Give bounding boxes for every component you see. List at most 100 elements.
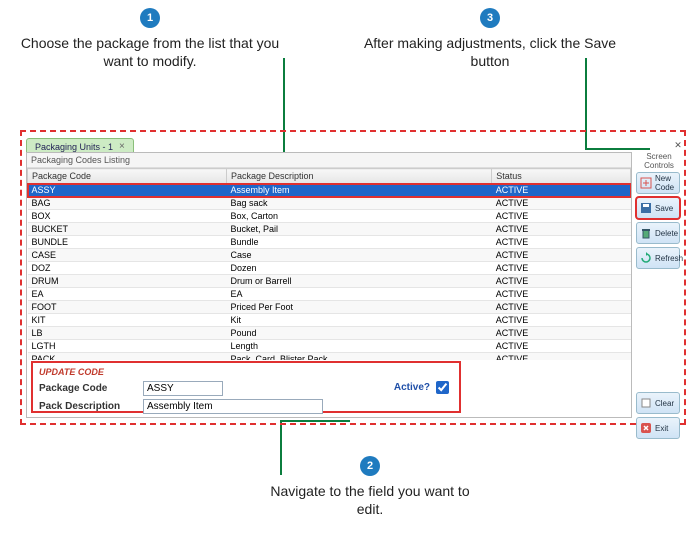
table-row[interactable]: LBPoundACTIVE bbox=[28, 327, 631, 340]
callout-2: 2 Navigate to the field you want to edit… bbox=[260, 456, 480, 518]
exit-button[interactable]: Exit bbox=[636, 417, 680, 439]
callout-1: 1 Choose the package from the list that … bbox=[20, 8, 280, 70]
screen-controls-title: Screen Controls bbox=[636, 152, 682, 170]
active-label: Active? bbox=[394, 382, 430, 393]
table-cell: DOZ bbox=[28, 262, 227, 275]
table-cell: ACTIVE bbox=[492, 340, 631, 353]
table-row[interactable]: DOZDozenACTIVE bbox=[28, 262, 631, 275]
pack-desc-input[interactable] bbox=[143, 399, 323, 414]
new-code-icon bbox=[640, 177, 652, 189]
table-row[interactable]: BOXBox, CartonACTIVE bbox=[28, 210, 631, 223]
delete-button[interactable]: Delete bbox=[636, 222, 680, 244]
table-cell: ACTIVE bbox=[492, 314, 631, 327]
table-cell: BUNDLE bbox=[28, 236, 227, 249]
col-header-status[interactable]: Status bbox=[492, 169, 631, 184]
table-cell: ACTIVE bbox=[492, 197, 631, 210]
table-cell: PACK bbox=[28, 353, 227, 361]
tab-label: Packaging Units - 1 bbox=[35, 142, 113, 152]
connector-line bbox=[585, 58, 587, 150]
package-code-label: Package Code bbox=[39, 383, 135, 394]
delete-label: Delete bbox=[655, 229, 678, 238]
table-cell: ACTIVE bbox=[492, 327, 631, 340]
screen-controls-panel: Screen Controls New Code Save Delete Ref… bbox=[636, 152, 682, 442]
pack-desc-label: Pack Description bbox=[39, 401, 135, 412]
callout-text-1: Choose the package from the list that yo… bbox=[20, 34, 280, 70]
table-cell: Drum or Barrell bbox=[226, 275, 491, 288]
table-row[interactable]: BAGBag sackACTIVE bbox=[28, 197, 631, 210]
table-cell: Assembly Item bbox=[226, 184, 491, 197]
table-cell: Pound bbox=[226, 327, 491, 340]
table-cell: ACTIVE bbox=[492, 301, 631, 314]
table-cell: Length bbox=[226, 340, 491, 353]
table-row[interactable]: FOOTPriced Per FootACTIVE bbox=[28, 301, 631, 314]
table-cell: CASE bbox=[28, 249, 227, 262]
table-cell: BUCKET bbox=[28, 223, 227, 236]
connector-line bbox=[280, 420, 282, 475]
update-form: UPDATE CODE Package Code Pack Descriptio… bbox=[31, 361, 461, 413]
table-row[interactable]: ASSYAssembly ItemACTIVE bbox=[28, 184, 631, 197]
table-cell: ACTIVE bbox=[492, 353, 631, 361]
panel-close-icon[interactable]: ✕ bbox=[672, 140, 684, 152]
main-panel: Packaging Codes Listing Package Code Pac… bbox=[26, 152, 632, 418]
table-cell: ACTIVE bbox=[492, 275, 631, 288]
packaging-grid: Package Code Package Description Status … bbox=[27, 168, 631, 360]
callout-badge-1: 1 bbox=[140, 8, 160, 28]
refresh-icon bbox=[640, 252, 652, 264]
table-cell: EA bbox=[226, 288, 491, 301]
table-row[interactable]: BUCKETBucket, PailACTIVE bbox=[28, 223, 631, 236]
table-cell: Pack, Card, Blister Pack bbox=[226, 353, 491, 361]
table-cell: ACTIVE bbox=[492, 249, 631, 262]
table-cell: EA bbox=[28, 288, 227, 301]
clear-icon bbox=[640, 397, 652, 409]
clear-label: Clear bbox=[655, 399, 674, 408]
col-header-code[interactable]: Package Code bbox=[28, 169, 227, 184]
clear-button[interactable]: Clear bbox=[636, 392, 680, 414]
table-cell: Bundle bbox=[226, 236, 491, 249]
update-title: UPDATE CODE bbox=[39, 367, 453, 377]
callout-text-2: Navigate to the field you want to edit. bbox=[260, 482, 480, 518]
table-row[interactable]: BUNDLEBundleACTIVE bbox=[28, 236, 631, 249]
table-row[interactable]: PACKPack, Card, Blister PackACTIVE bbox=[28, 353, 631, 361]
panel-title: Packaging Codes Listing bbox=[27, 153, 631, 168]
table-cell: Case bbox=[226, 249, 491, 262]
table-cell: ACTIVE bbox=[492, 262, 631, 275]
table-cell: ACTIVE bbox=[492, 210, 631, 223]
save-button[interactable]: Save bbox=[636, 197, 680, 219]
callout-badge-2: 2 bbox=[360, 456, 380, 476]
table-cell: Box, Carton bbox=[226, 210, 491, 223]
table-cell: ASSY bbox=[28, 184, 227, 197]
table-row[interactable]: EAEAACTIVE bbox=[28, 288, 631, 301]
table-row[interactable]: CASECaseACTIVE bbox=[28, 249, 631, 262]
table-cell: Bucket, Pail bbox=[226, 223, 491, 236]
table-cell: DRUM bbox=[28, 275, 227, 288]
table-cell: Bag sack bbox=[226, 197, 491, 210]
delete-icon bbox=[640, 227, 652, 239]
table-cell: FOOT bbox=[28, 301, 227, 314]
connector-line bbox=[280, 420, 350, 422]
package-code-input[interactable] bbox=[143, 381, 223, 396]
table-cell: BOX bbox=[28, 210, 227, 223]
table-cell: BAG bbox=[28, 197, 227, 210]
col-header-desc[interactable]: Package Description bbox=[226, 169, 491, 184]
connector-line bbox=[585, 148, 650, 150]
new-code-label: New Code bbox=[655, 174, 676, 192]
exit-icon bbox=[640, 422, 652, 434]
new-code-button[interactable]: New Code bbox=[636, 172, 680, 194]
table-cell: ACTIVE bbox=[492, 223, 631, 236]
table-cell: KIT bbox=[28, 314, 227, 327]
table-row[interactable]: DRUMDrum or BarrellACTIVE bbox=[28, 275, 631, 288]
callout-badge-3: 3 bbox=[480, 8, 500, 28]
table-cell: Dozen bbox=[226, 262, 491, 275]
save-icon bbox=[640, 202, 652, 214]
table-row[interactable]: LGTHLengthACTIVE bbox=[28, 340, 631, 353]
table-row[interactable]: KITKitACTIVE bbox=[28, 314, 631, 327]
callout-text-3: After making adjustments, click the Save… bbox=[360, 34, 620, 70]
table-cell: Kit bbox=[226, 314, 491, 327]
refresh-button[interactable]: Refresh bbox=[636, 247, 680, 269]
table-cell: Priced Per Foot bbox=[226, 301, 491, 314]
table-cell: LGTH bbox=[28, 340, 227, 353]
callout-3: 3 After making adjustments, click the Sa… bbox=[360, 8, 620, 70]
active-checkbox[interactable] bbox=[436, 381, 449, 394]
tab-close-icon[interactable]: × bbox=[119, 141, 125, 152]
table-cell: ACTIVE bbox=[492, 288, 631, 301]
